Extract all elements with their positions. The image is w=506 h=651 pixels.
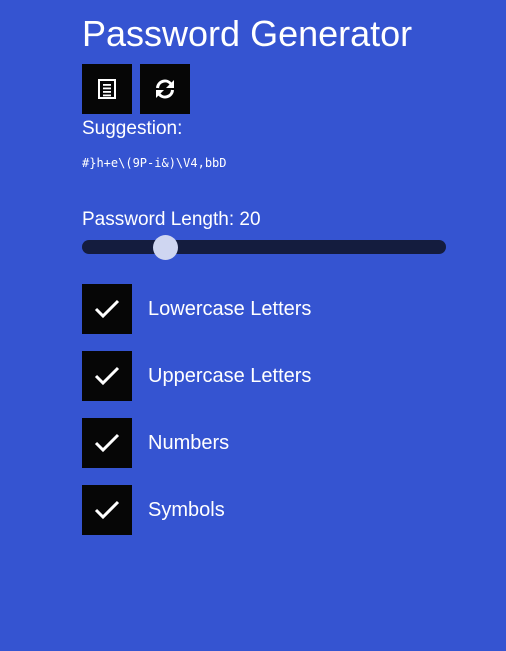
symbols-checkbox[interactable] [82,485,132,535]
password-length-slider[interactable] [82,240,446,254]
symbols-label: Symbols [148,499,225,521]
copy-password-button[interactable] [82,64,132,114]
uppercase-checkbox[interactable] [82,351,132,401]
suggestion-label: Suggestion: [82,118,183,139]
uppercase-label: Uppercase Letters [148,365,312,387]
check-icon [94,500,120,520]
numbers-checkbox[interactable] [82,418,132,468]
numbers-label: Numbers [148,432,230,454]
clipboard-list-icon [98,79,116,99]
lowercase-checkbox[interactable] [82,284,132,334]
page-title: Password Generator [82,13,413,54]
suggested-password: #}h+e\(9P-i&)\V4,bbD [82,156,227,170]
password-length-label: Password Length: 20 [82,209,261,230]
password-length-slider-thumb[interactable] [153,235,179,260]
regenerate-password-button[interactable] [140,64,190,114]
password-generator-app: Password Generator Suggestion: #}h+e\(9P… [0,0,506,651]
check-icon [94,366,120,386]
check-icon [94,433,120,453]
refresh-icon [156,79,174,99]
lowercase-label: Lowercase Letters [148,298,312,320]
check-icon [94,299,120,319]
